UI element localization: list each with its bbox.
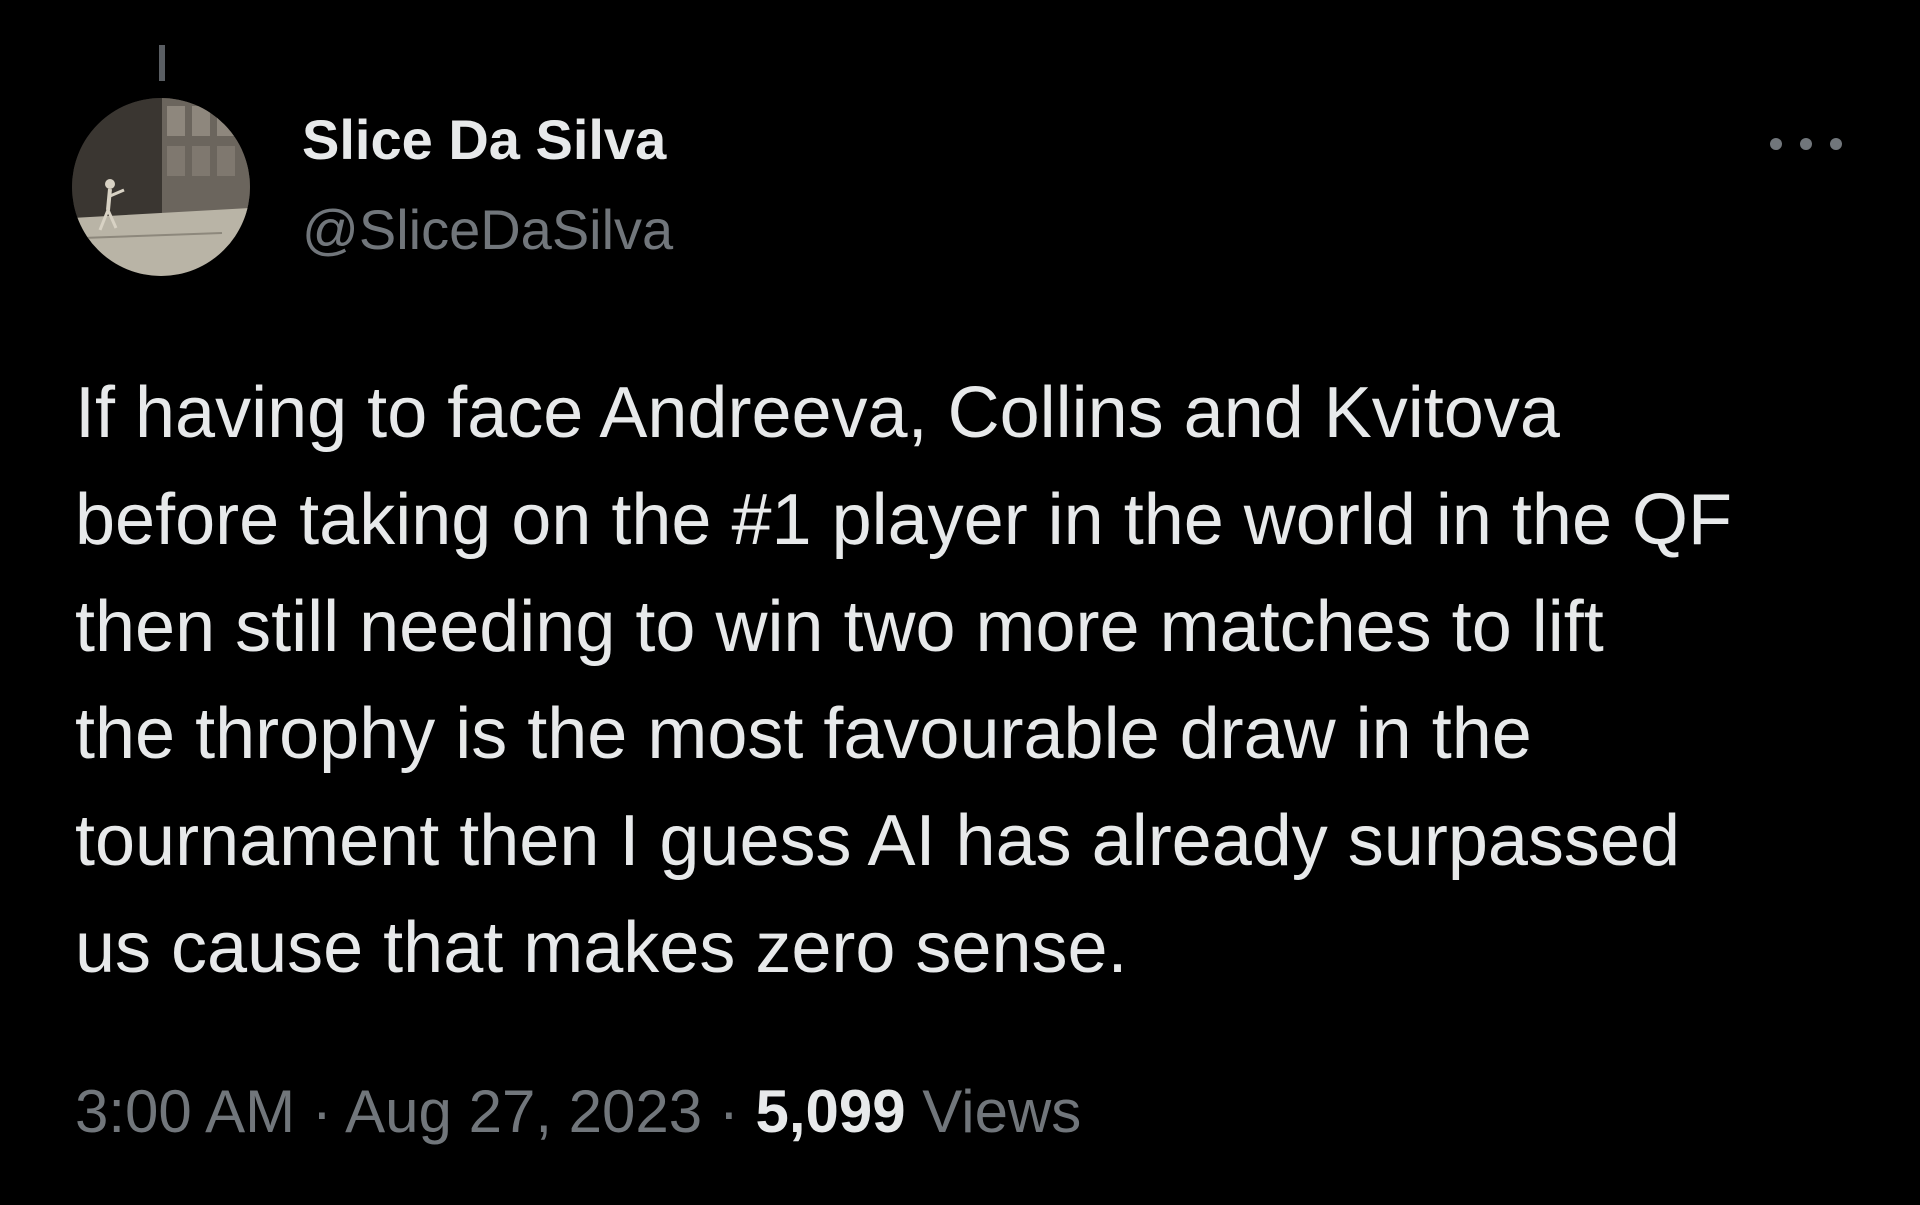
avatar-image xyxy=(72,98,250,276)
author-display-name[interactable]: Slice Da Silva xyxy=(302,104,666,176)
tweet-text-line: before taking on the #1 player in the wo… xyxy=(75,480,1732,560)
meta-separator: · xyxy=(718,1078,739,1145)
more-horizontal-icon xyxy=(1770,138,1782,150)
meta-separator: · xyxy=(311,1078,332,1145)
tweet-text: If having to face Andreeva, Collins and … xyxy=(75,360,1865,1002)
more-horizontal-icon-dot xyxy=(1830,138,1842,150)
views-count: 5,099 xyxy=(755,1078,906,1145)
tweet-text-line: us cause that makes zero sense. xyxy=(75,908,1128,988)
author-handle[interactable]: @SliceDaSilva xyxy=(302,194,673,266)
more-options-button[interactable] xyxy=(1770,126,1842,162)
avatar[interactable] xyxy=(72,98,250,276)
views-label: Views xyxy=(922,1078,1082,1145)
tweet-meta: 3:00 AM · Aug 27, 2023 · 5,099 Views xyxy=(75,1072,1081,1152)
tweet-time-link[interactable]: 3:00 AM xyxy=(75,1078,295,1145)
thread-connector-line xyxy=(159,45,165,81)
tweet-text-line: If having to face Andreeva, Collins and … xyxy=(75,373,1560,453)
more-horizontal-icon-dot xyxy=(1800,138,1812,150)
tweet-text-line: the throphy is the most favourable draw … xyxy=(75,694,1532,774)
tweet-date-link[interactable]: Aug 27, 2023 xyxy=(345,1078,702,1145)
tweet-text-line: tournament then I guess AI has already s… xyxy=(75,801,1680,881)
tweet-text-line: then still needing to win two more match… xyxy=(75,587,1604,667)
